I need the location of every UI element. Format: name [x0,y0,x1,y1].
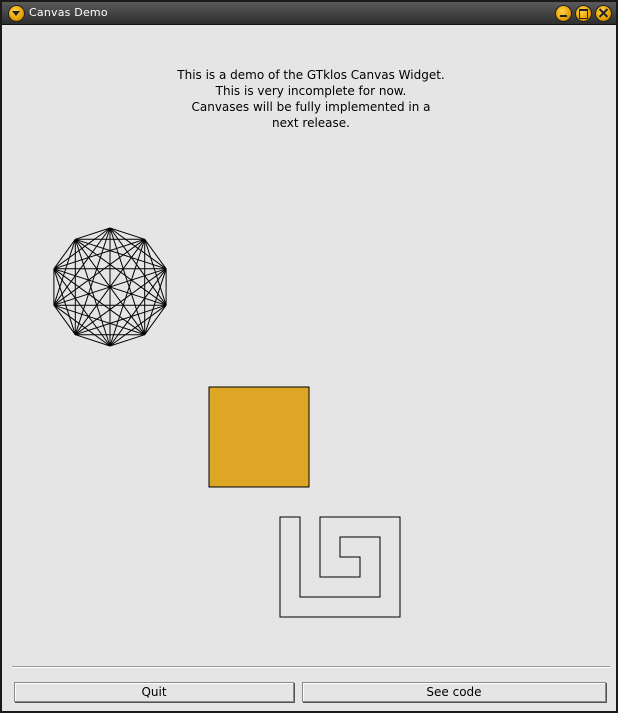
polygon-edge [75,334,111,347]
polygon-edge [53,239,76,270]
polygon-edge [53,304,76,335]
polygon-edge [75,238,167,270]
polygon-edge [144,304,167,335]
polygon-edge [144,239,167,270]
window-menu-icon[interactable] [8,5,25,22]
polygon-edge [53,239,76,306]
canvas-demo-window: Canvas Demo This is a demo of the GTklos… [0,0,618,713]
polygon-edge [109,227,167,270]
separator [12,666,610,668]
close-icon[interactable] [595,5,612,22]
polygon-edge [53,227,111,270]
polygon-edge [74,227,111,335]
canvas-widget[interactable] [2,25,616,655]
quit-button[interactable]: Quit [14,682,294,702]
window-title: Canvas Demo [29,6,108,19]
polygon-edge [144,268,167,335]
maximize-icon[interactable] [575,5,592,22]
polygon-edge [75,227,111,240]
filled-square [208,386,310,488]
polygon-edge [109,227,145,240]
complete-graph-polygon [53,227,167,347]
polygon-edge [109,334,145,347]
see-code-button[interactable]: See code [302,682,606,702]
square-spiral [279,516,401,618]
minimize-icon[interactable] [555,5,572,22]
title-bar[interactable]: Canvas Demo [2,2,616,25]
polygon-edge [109,239,146,347]
